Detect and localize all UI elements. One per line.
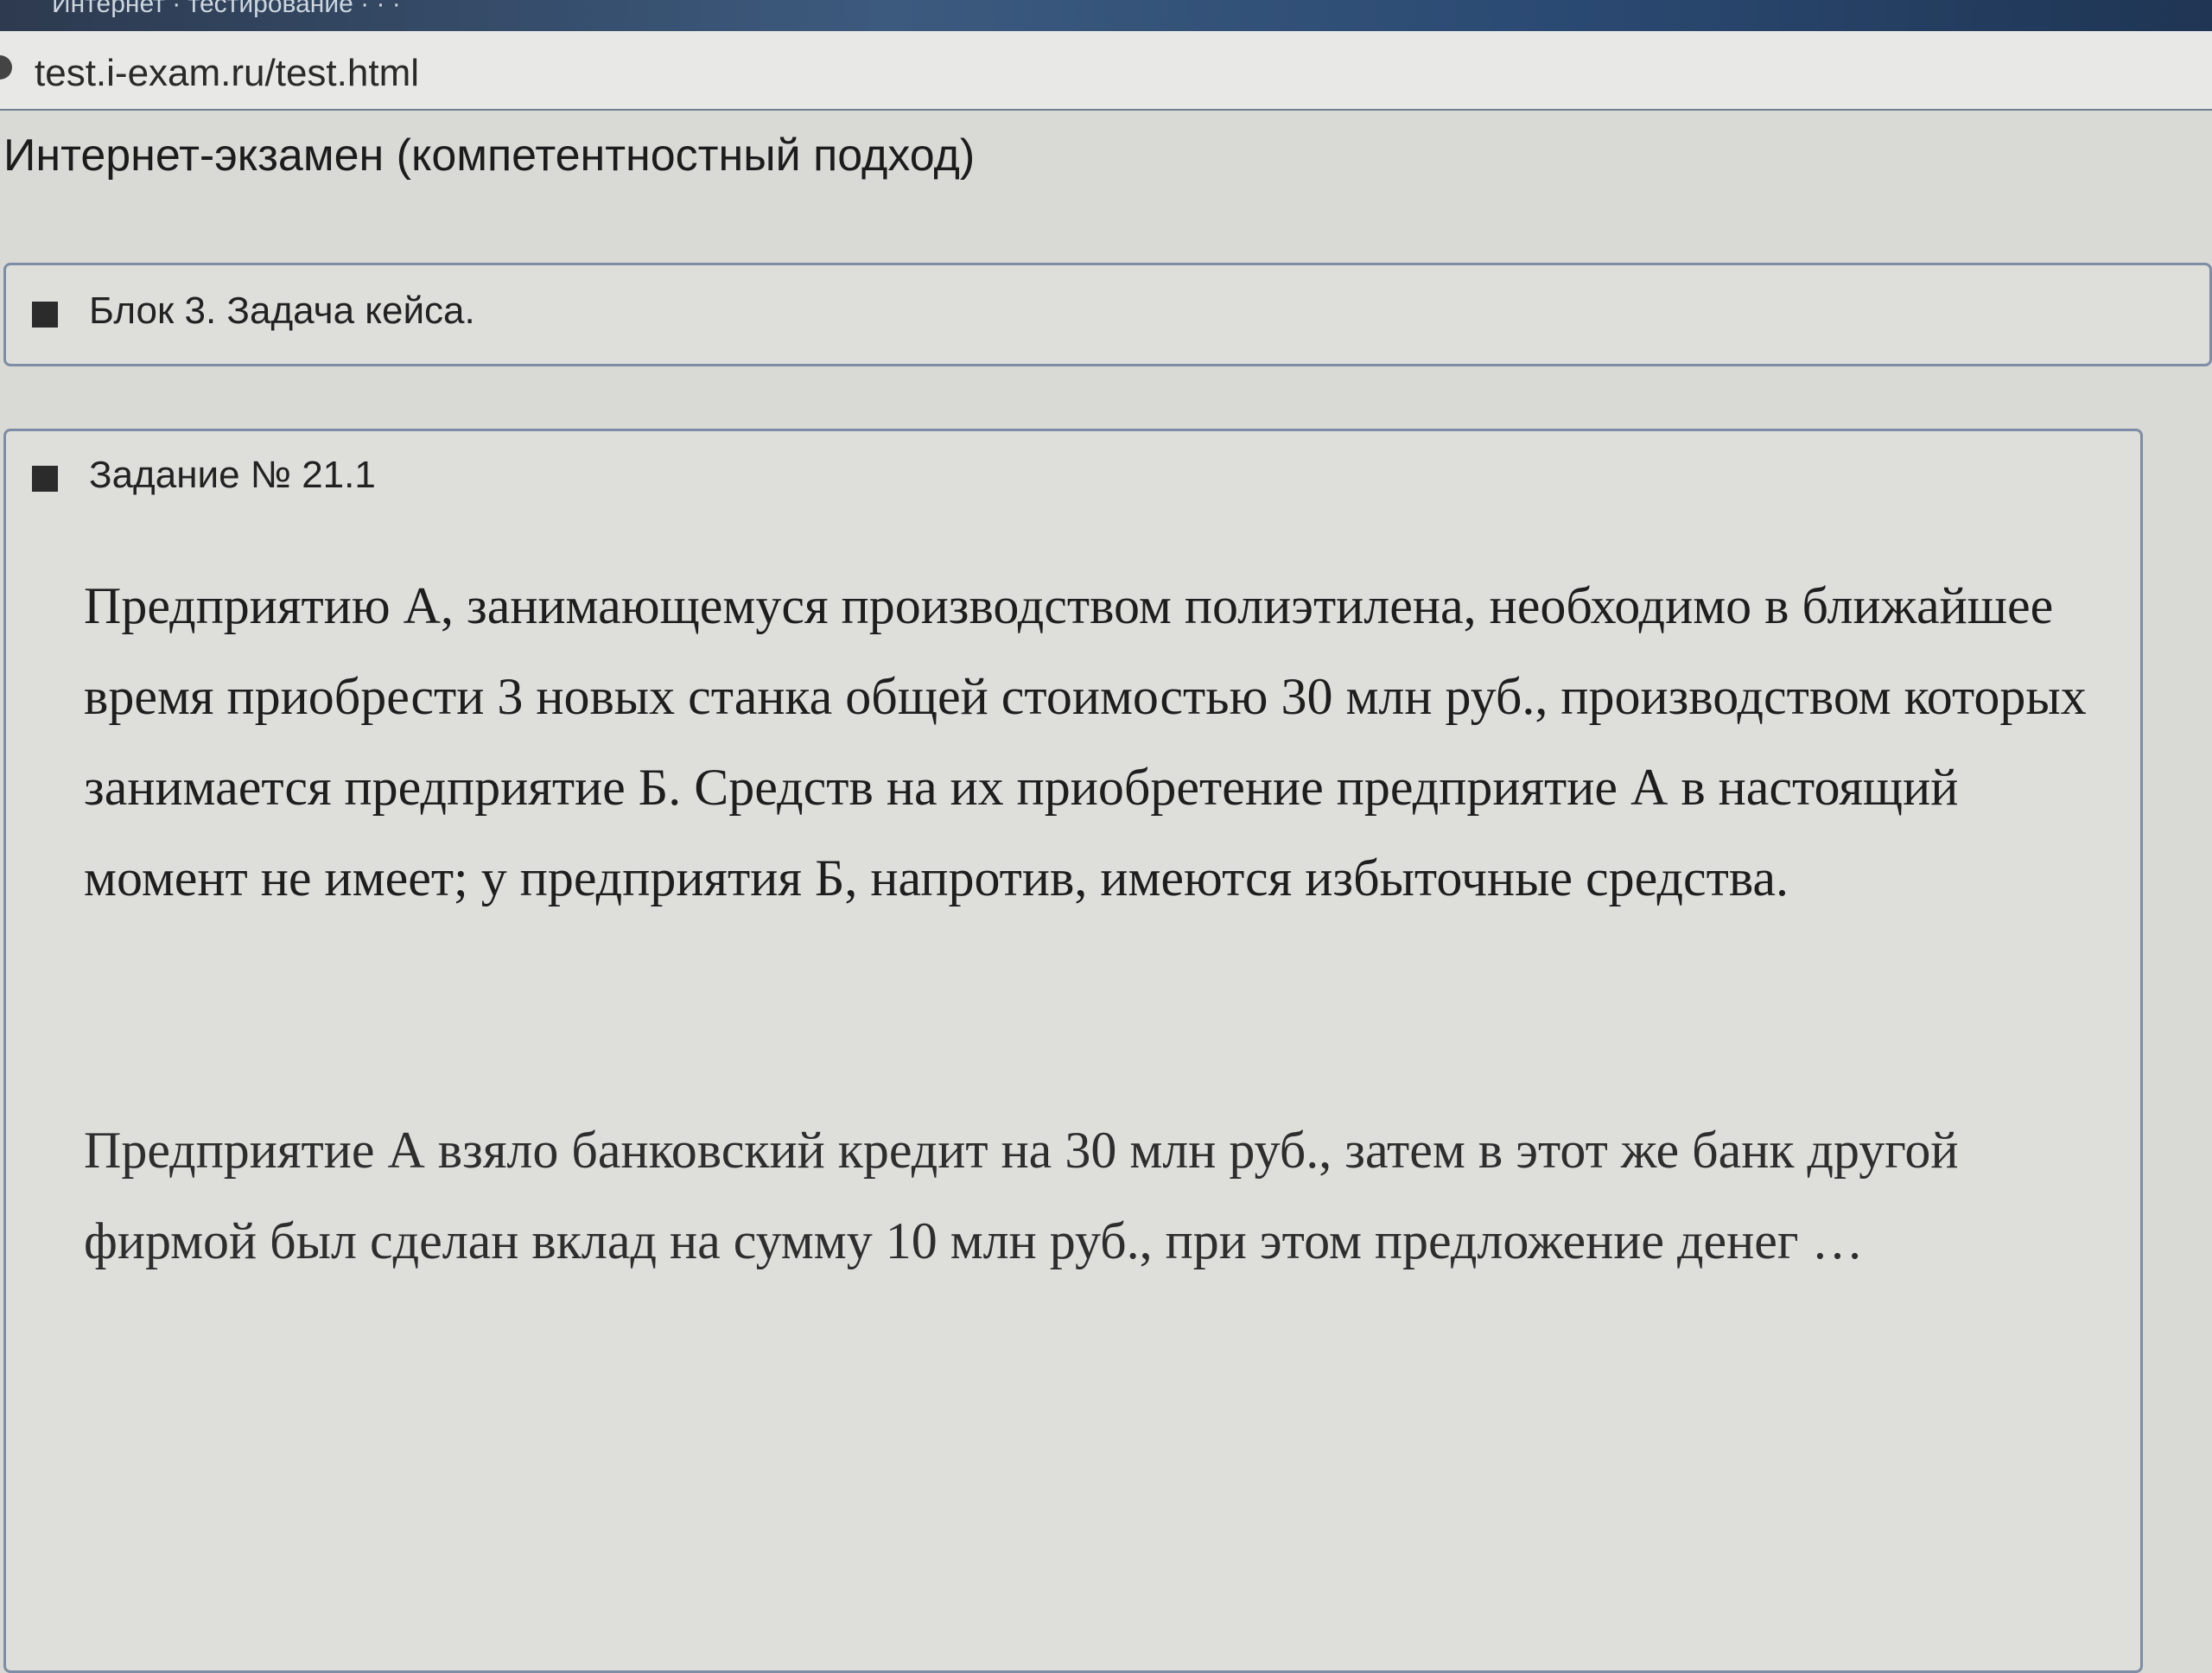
task-paragraph: Предприятие А взяло банковский кредит на… (84, 1122, 1959, 1269)
square-bullet-icon (32, 302, 58, 328)
site-info-icon[interactable] (0, 55, 12, 80)
tab-strip-text: Интернет · тестирование · · · (52, 0, 401, 18)
task-panel: Задание № 21.1 Предприятию А, занимающем… (3, 429, 2143, 1673)
task-paragraph: Предприятию А, занимающемуся производств… (84, 577, 2087, 906)
url-text[interactable]: test.i-exam.ru/test.html (35, 52, 419, 95)
task-heading: Задание № 21.1 (89, 454, 376, 496)
address-bar[interactable]: test.i-exam.ru/test.html (0, 31, 2212, 111)
square-bullet-icon (32, 466, 58, 492)
browser-tab-strip[interactable]: Интернет · тестирование · · · (0, 0, 2212, 31)
page-title: Интернет-экзамен (компетентностный подхо… (3, 130, 976, 181)
block-heading: Блок 3. Задача кейса. (89, 289, 475, 332)
block-panel: Блок 3. Задача кейса. (3, 263, 2212, 366)
